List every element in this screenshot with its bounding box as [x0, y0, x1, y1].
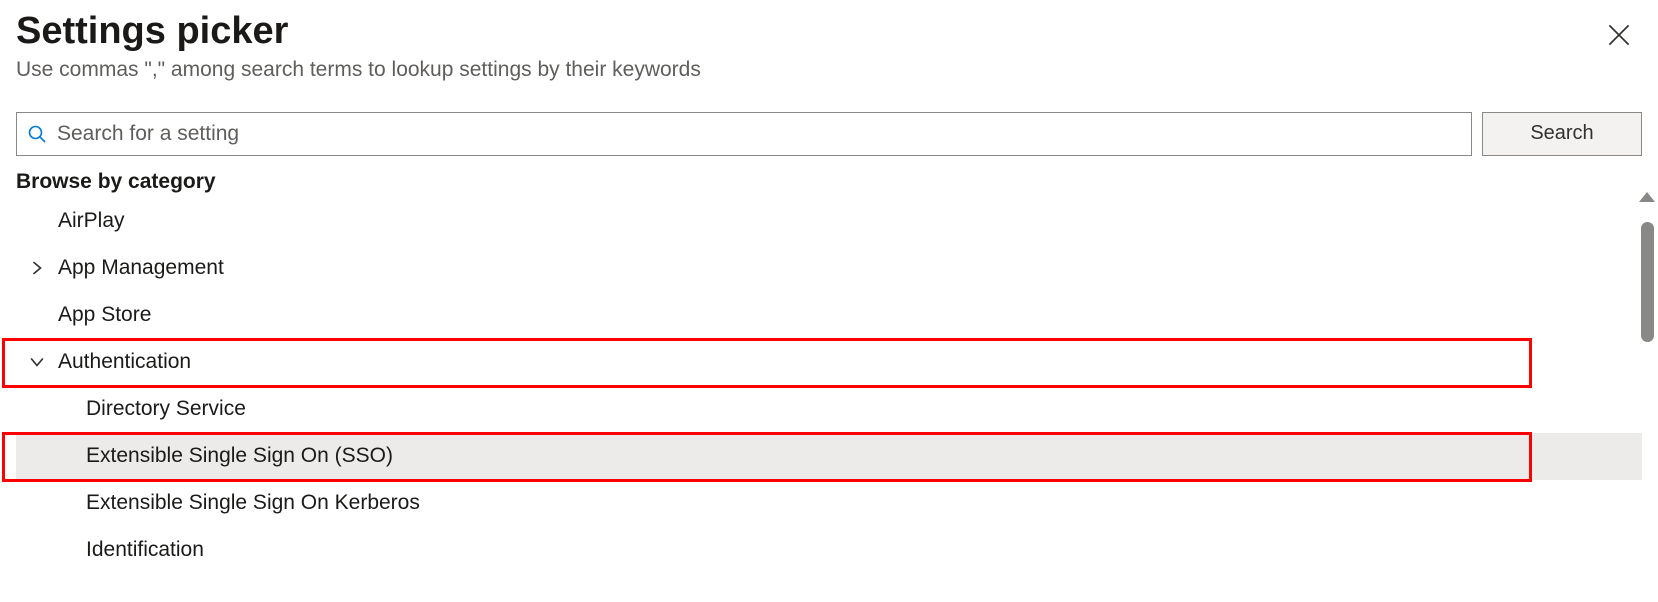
scroll-thumb[interactable] [1641, 222, 1654, 342]
scroll-up-icon[interactable] [1639, 192, 1655, 202]
scrollbar[interactable] [1638, 192, 1656, 592]
panel-title: Settings picker [16, 10, 701, 54]
subcategory-label: Directory Service [86, 397, 246, 421]
subcategory-label: Extensible Single Sign On (SSO) [86, 444, 393, 468]
settings-picker-panel: Settings picker Use commas "," among sea… [0, 0, 1658, 602]
category-airplay[interactable]: AirPlay [16, 198, 1642, 245]
category-app-store[interactable]: App Store [16, 292, 1642, 339]
category-tree: AirPlay App Management App Store Authent… [16, 198, 1642, 574]
subcategory-label: Identification [86, 538, 204, 562]
category-authentication[interactable]: Authentication [16, 339, 1642, 386]
subcategory-label: Extensible Single Sign On Kerberos [86, 491, 420, 515]
subcategory-directory-service[interactable]: Directory Service [16, 386, 1642, 433]
close-button[interactable] [1600, 16, 1638, 54]
category-app-management[interactable]: App Management [16, 245, 1642, 292]
header-text-block: Settings picker Use commas "," among sea… [16, 10, 701, 82]
header-row: Settings picker Use commas "," among sea… [16, 10, 1642, 82]
subcategory-extensible-sso-kerberos[interactable]: Extensible Single Sign On Kerberos [16, 480, 1642, 527]
search-box[interactable] [16, 112, 1472, 156]
chevron-right-icon [30, 261, 58, 275]
category-label: App Management [58, 256, 224, 280]
browse-by-category-label: Browse by category [16, 170, 1642, 194]
search-input[interactable] [57, 122, 1461, 146]
panel-subtitle: Use commas "," among search terms to loo… [16, 58, 701, 82]
search-button[interactable]: Search [1482, 112, 1642, 156]
search-icon [27, 124, 47, 144]
chevron-down-icon [30, 355, 58, 369]
category-label: Authentication [58, 350, 191, 374]
category-label: App Store [58, 303, 151, 327]
close-icon [1608, 24, 1630, 46]
subcategory-extensible-sso[interactable]: Extensible Single Sign On (SSO) [16, 433, 1642, 480]
category-label: AirPlay [58, 209, 125, 233]
subcategory-identification[interactable]: Identification [16, 527, 1642, 574]
search-row: Search [16, 112, 1642, 156]
